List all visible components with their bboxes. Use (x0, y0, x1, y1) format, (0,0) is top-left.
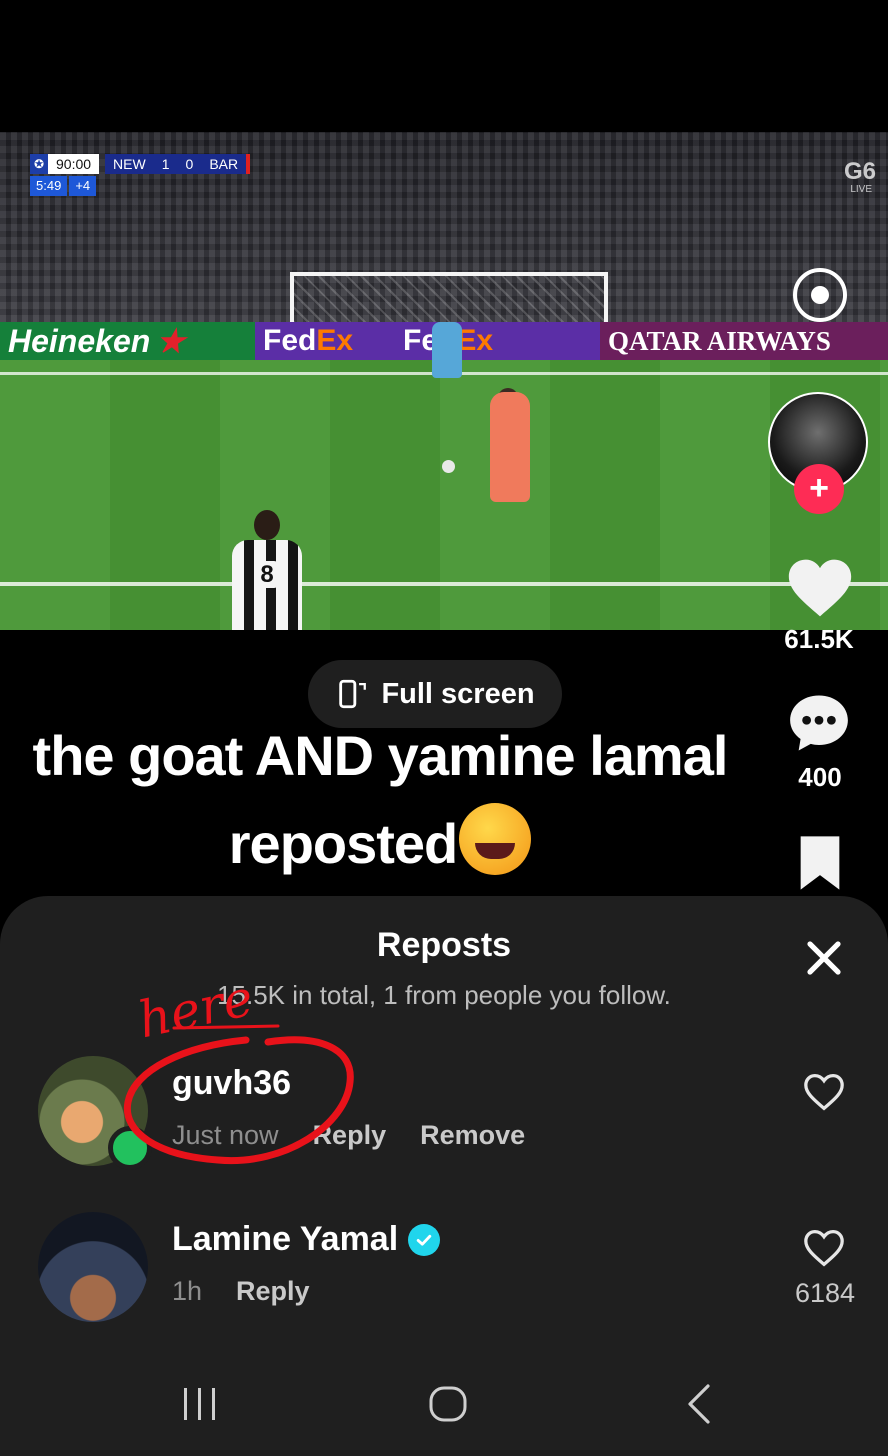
football (442, 460, 455, 473)
match-clock: 90:00 (48, 154, 100, 174)
comment-icon[interactable] (786, 690, 852, 756)
score-line: NEW 1 0 BAR (105, 154, 251, 174)
player-8: 8 (232, 540, 302, 630)
ad-qatar-airways: QATAR AIRWAYS (600, 322, 888, 360)
pitch (0, 360, 888, 630)
video-caption: the goat AND yamine lamal reposted (0, 712, 760, 888)
avatar[interactable] (38, 1212, 148, 1322)
repost-meta: 1h Reply (172, 1276, 310, 1307)
rofl-emoji-icon (459, 803, 532, 875)
like-heart-icon[interactable] (786, 556, 854, 620)
scorebug: ✪ 90:00 NEW 1 0 BAR 5:49 +4 (30, 154, 251, 196)
repost-user-name[interactable]: Lamine Yamal (172, 1220, 398, 1259)
caption-line-1: the goat AND yamine lamal (32, 724, 729, 787)
player-8-head (254, 510, 280, 540)
repost-user-name-row[interactable]: Lamine Yamal (172, 1220, 441, 1259)
live-label: LIVE (850, 184, 872, 195)
annotation-circle (123, 1024, 354, 1165)
heart-outline-icon[interactable] (802, 1228, 846, 1268)
penalty-taker (490, 392, 530, 502)
reposts-title: Reposts (376, 926, 512, 964)
champions-league-icon: ✪ (30, 154, 48, 174)
tiktok-now-icon[interactable] (793, 268, 847, 322)
added-time: +4 (69, 176, 97, 196)
remove-button[interactable]: Remove (420, 1120, 525, 1151)
heart-outline-icon[interactable] (802, 1072, 846, 1112)
comment-count: 400 (798, 762, 842, 792)
star-icon: ★ (156, 323, 185, 359)
follow-plus-button[interactable]: + (794, 464, 844, 514)
ad-fedex: Fed Ex Fed Ex (255, 322, 600, 360)
caption-line-2: reposted (228, 812, 458, 875)
goalkeeper (432, 322, 462, 378)
video-player[interactable]: Heineken ★ Fed Ex Fed Ex QATAR AIRWAYS 8 ✪ … (0, 132, 888, 630)
home-icon[interactable] (428, 1382, 468, 1426)
close-icon[interactable] (800, 934, 848, 982)
recent-apps-icon[interactable] (180, 1382, 220, 1426)
full-screen-label: Full screen (381, 677, 535, 710)
pitch-line (0, 582, 888, 586)
repost-time: 1h (172, 1276, 203, 1306)
elapsed-time: 5:49 (30, 176, 68, 196)
verified-badge-icon (408, 1223, 441, 1256)
ad-heineken: Heineken ★ (0, 322, 255, 360)
back-icon[interactable] (682, 1382, 716, 1426)
like-count: 6184 (794, 1278, 856, 1308)
fullscreen-rotate-icon (339, 679, 367, 709)
like-count: 61.5K (784, 624, 854, 654)
bookmark-icon[interactable] (794, 834, 846, 892)
broadcaster-logo: G6 (843, 158, 876, 185)
reply-button[interactable]: Reply (236, 1276, 310, 1307)
